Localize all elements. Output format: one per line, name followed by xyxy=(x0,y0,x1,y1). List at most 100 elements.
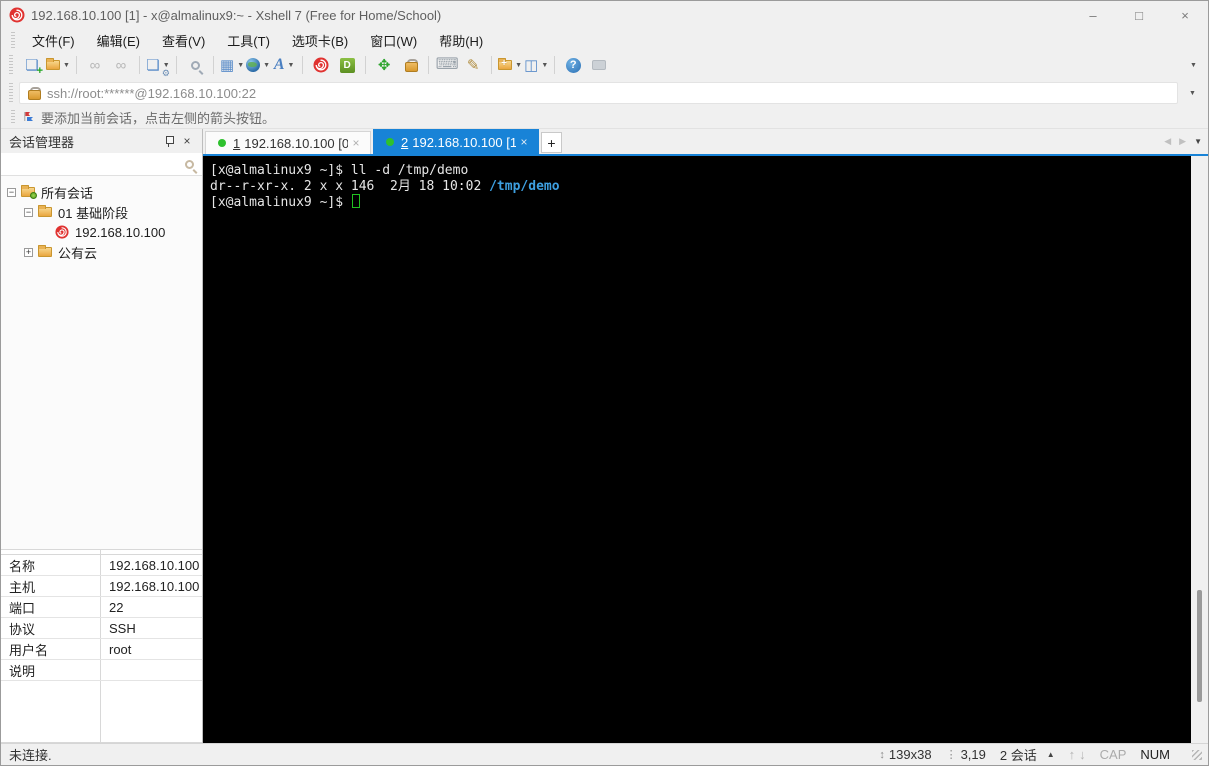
toolbar-separator xyxy=(554,56,556,74)
scrollbar-thumb[interactable] xyxy=(1197,590,1202,702)
address-input[interactable]: ssh://root:******@192.168.10.100:22 xyxy=(19,82,1178,104)
window-title: 192.168.10.100 [1] - x@almalinux9:~ - Xs… xyxy=(31,7,442,23)
tab-scroll-right-icon[interactable]: ▶ xyxy=(1179,136,1186,147)
infobar-grip[interactable] xyxy=(11,110,15,125)
menubar-grip[interactable] xyxy=(11,32,15,48)
folder-icon xyxy=(38,245,52,257)
session-properties-grid: 名称 192.168.10.100 主机 192.168.10.100 端口 2… xyxy=(1,549,202,743)
gear-badge-icon xyxy=(30,192,37,199)
caps-lock-indicator: CAP xyxy=(1099,747,1127,762)
xftp-button[interactable]: D xyxy=(335,53,359,77)
terminal-cursor xyxy=(351,194,360,208)
tab-close-icon[interactable]: × xyxy=(348,136,364,150)
session-manager-header: 会话管理器 × xyxy=(1,129,202,153)
new-tab-group-button[interactable]: + ▼ xyxy=(498,53,522,77)
globe-icon xyxy=(246,58,261,72)
pin-icon xyxy=(164,135,174,147)
new-session-button[interactable]: ❏ + xyxy=(20,53,44,77)
props-row-description: 说明 xyxy=(1,660,202,681)
toolbar-grip[interactable] xyxy=(9,55,13,75)
tree-item-folder-basics[interactable]: − 01 基础阶段 xyxy=(7,202,202,222)
xshell-button[interactable] xyxy=(309,53,333,77)
toolbar-separator xyxy=(213,56,214,74)
session-search-box[interactable] xyxy=(1,153,202,176)
addressbar: ssh://root:******@192.168.10.100:22 ▼ xyxy=(1,79,1208,107)
menu-view[interactable]: 查看(V) xyxy=(151,29,216,51)
scroll-up-icon[interactable]: ↑ xyxy=(1069,747,1076,762)
keyboard-icon: ⌨ xyxy=(435,56,459,73)
session-properties-button[interactable]: ❏ ⚙ ▼ xyxy=(146,53,170,78)
tree-item-all-sessions[interactable]: − 所有会话 xyxy=(7,182,202,202)
scroll-buttons: ↑ ↓ xyxy=(1069,747,1086,762)
tab-list-dropdown-icon[interactable]: ▼ xyxy=(1194,137,1202,146)
feedback-button[interactable] xyxy=(587,53,611,77)
address-value: ssh://root:******@192.168.10.100:22 xyxy=(47,85,257,101)
highlight-button[interactable]: ✎ xyxy=(461,53,485,77)
arrange-button[interactable]: ▦ ▼ xyxy=(220,53,244,77)
open-session-button[interactable]: ▼ xyxy=(46,53,70,77)
scroll-down-icon[interactable]: ↓ xyxy=(1079,747,1086,762)
minimize-button[interactable]: – xyxy=(1070,1,1116,29)
gear-badge-icon: ⚙ xyxy=(161,68,170,78)
reconnect-button[interactable]: ∞ xyxy=(109,53,133,77)
tree-item-folder-cloud[interactable]: + 公有云 xyxy=(7,242,202,262)
open-folder-icon xyxy=(46,58,61,70)
lock-screen-button[interactable] xyxy=(398,53,422,77)
tab-close-icon[interactable]: × xyxy=(516,135,532,149)
toolbar-separator xyxy=(491,56,493,74)
help-button[interactable]: ? xyxy=(561,53,585,77)
virtual-keyboard-button[interactable]: ⌨ xyxy=(435,53,459,77)
encoding-button[interactable]: ▼ xyxy=(246,53,270,77)
pin-panel-button[interactable] xyxy=(160,132,178,150)
menu-edit[interactable]: 编辑(E) xyxy=(86,29,151,51)
chevron-down-icon: ▼ xyxy=(263,61,271,69)
layout-button[interactable]: ◫ ▼ xyxy=(524,53,548,77)
close-panel-button[interactable]: × xyxy=(178,132,196,150)
terminal-screen[interactable]: [x@almalinux9 ~]$ ll -d /tmp/demo dr--r-… xyxy=(203,156,1191,743)
ls-output: dr--r-xr-x. 2 x x 146 2月 18 10:02 xyxy=(210,178,490,194)
toolbar-separator xyxy=(139,56,140,74)
font-icon: A xyxy=(273,56,285,73)
terminal-scrollbar[interactable] xyxy=(1191,156,1208,743)
chevron-down-icon: ▼ xyxy=(541,61,549,69)
toolbar-separator xyxy=(302,56,304,74)
cursor-position-icon: ⋮ xyxy=(945,749,957,761)
find-button[interactable] xyxy=(183,53,207,77)
xshell-session-icon xyxy=(55,225,69,239)
chevron-down-icon: ▼ xyxy=(63,61,70,69)
tab-session-2-active[interactable]: 2 192.168.10.100 [1] × xyxy=(373,129,539,154)
font-button[interactable]: A ▼ xyxy=(272,53,296,77)
session-count-dropdown[interactable]: 2 会话 ▲ xyxy=(1000,745,1055,764)
menu-tabs[interactable]: 选项卡(B) xyxy=(281,29,359,51)
addressbar-grip[interactable] xyxy=(9,83,13,103)
fullscreen-button[interactable]: ✥ xyxy=(372,53,396,77)
chevron-down-icon: ▼ xyxy=(237,61,245,69)
menu-file[interactable]: 文件(F) xyxy=(21,29,86,51)
menu-window[interactable]: 窗口(W) xyxy=(359,29,428,51)
disconnect-button[interactable]: ∞ xyxy=(83,53,107,77)
info-message: 要添加当前会话，点击左侧的箭头按钮。 xyxy=(41,111,276,126)
collapse-icon[interactable]: − xyxy=(24,207,33,217)
menu-help[interactable]: 帮助(H) xyxy=(428,29,494,51)
expand-icon[interactable]: + xyxy=(24,247,33,257)
address-dropdown-button[interactable]: ▼ xyxy=(1179,81,1203,105)
new-tab-button[interactable]: + xyxy=(541,132,562,153)
tab-strip: 1 192.168.10.100 [0] × 2 192.168.10.100 … xyxy=(203,129,1208,156)
prompt-2: [x@almalinux9 ~]$ xyxy=(210,195,351,210)
close-button[interactable]: × xyxy=(1162,1,1208,29)
maximize-button[interactable]: □ xyxy=(1116,1,1162,29)
highlighter-icon: ✎ xyxy=(466,56,480,74)
props-row-host: 主机 192.168.10.100 xyxy=(1,576,202,597)
chevron-down-icon: ▼ xyxy=(515,61,523,69)
resize-grip[interactable] xyxy=(1192,749,1202,760)
message-bubble-icon xyxy=(592,60,607,70)
collapse-icon[interactable]: − xyxy=(7,187,16,197)
menu-tools[interactable]: 工具(T) xyxy=(216,29,281,51)
folder-plus-icon: + xyxy=(498,58,513,70)
tab-scroll-left-icon[interactable]: ◀ xyxy=(1164,136,1171,147)
ls-output-path: /tmp/demo xyxy=(489,178,560,194)
toolbar-overflow-button[interactable]: ▼ xyxy=(1180,53,1204,77)
tree-item-session[interactable]: 192.168.10.100 xyxy=(7,222,202,242)
tab-session-1[interactable]: 1 192.168.10.100 [0] × xyxy=(205,131,371,154)
